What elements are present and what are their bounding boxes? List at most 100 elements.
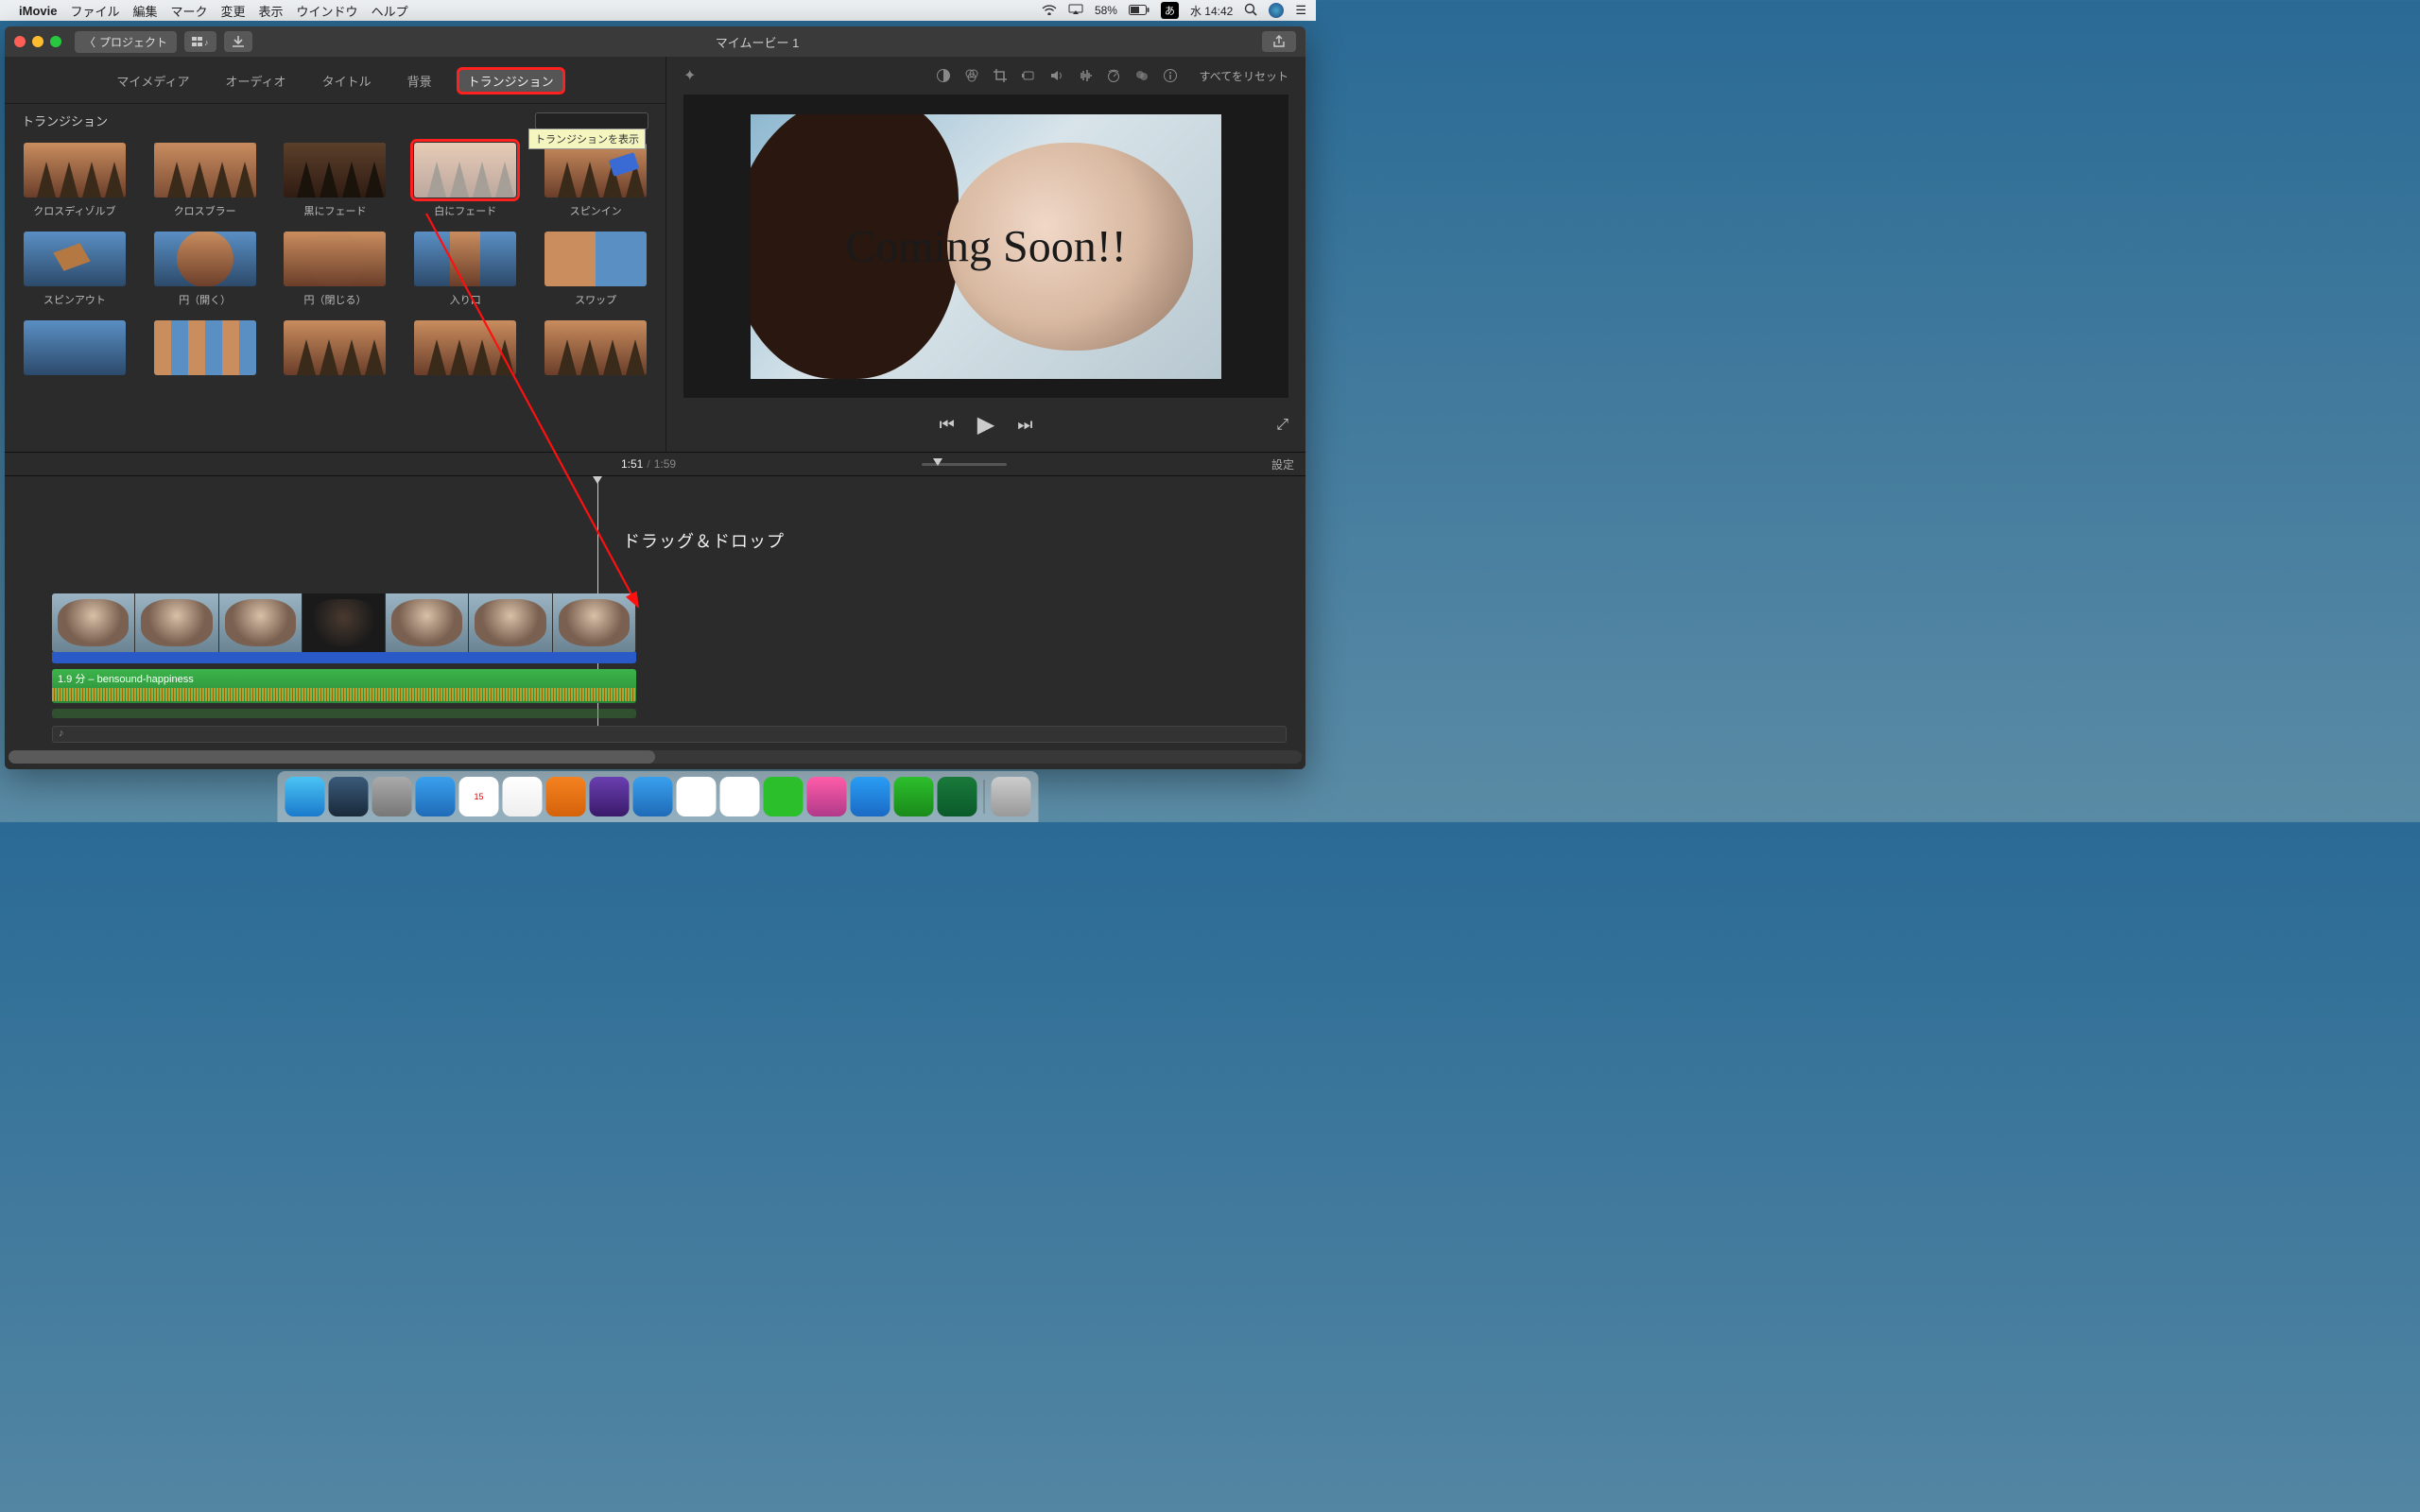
scrollbar-thumb[interactable] (9, 750, 655, 764)
library-view-button[interactable]: ♪ (184, 31, 216, 52)
tab-my-media[interactable]: マイメディア (107, 69, 199, 93)
play-button[interactable]: ▶ (977, 411, 994, 438)
battery-icon[interactable] (1129, 4, 1150, 18)
transition-item[interactable] (148, 320, 262, 381)
info-icon[interactable] (1162, 67, 1179, 84)
preview-area[interactable]: Coming Soon!! (683, 94, 1288, 398)
notification-center-icon[interactable]: ☰ (1295, 3, 1306, 18)
import-button[interactable] (224, 31, 252, 52)
dock-app-appstore[interactable] (851, 777, 890, 816)
menubar-clock[interactable]: 水 14:42 (1190, 3, 1233, 19)
dock-app-itunes[interactable] (807, 777, 847, 816)
tab-titles[interactable]: タイトル (313, 69, 381, 93)
transition-item[interactable] (18, 320, 131, 381)
transition-item[interactable]: 入り口 (408, 232, 522, 307)
transition-item[interactable] (279, 320, 392, 381)
dock-app-launchpad[interactable] (372, 777, 412, 816)
transition-item[interactable]: 白にフェード (408, 143, 522, 218)
dock-app-numbers[interactable] (894, 777, 934, 816)
color-correction-icon[interactable] (963, 67, 980, 84)
siri-icon[interactable] (1269, 3, 1284, 18)
zoom-button[interactable] (50, 36, 61, 47)
prev-button[interactable]: ⏮ (940, 415, 955, 435)
transition-item[interactable]: スワップ (539, 232, 652, 307)
search-icon[interactable] (535, 112, 648, 129)
transition-item[interactable]: 円（開く） (148, 232, 262, 307)
dock-app-safari-alt[interactable] (329, 777, 369, 816)
audio-track[interactable]: 1.9 分 – bensound-happiness (52, 669, 636, 703)
airplay-icon[interactable] (1068, 4, 1083, 18)
clip-filter-icon[interactable] (1133, 67, 1150, 84)
transition-item[interactable]: 黒にフェード (279, 143, 392, 218)
transition-item[interactable]: 円（閉じる） (279, 232, 392, 307)
transition-thumbnail (24, 320, 126, 375)
sfx-track[interactable]: ♪ (52, 726, 1287, 743)
crop-icon[interactable] (992, 67, 1009, 84)
dock-app-safari2[interactable] (633, 777, 673, 816)
video-clip[interactable] (52, 593, 135, 652)
tab-audio[interactable]: オーディオ (216, 69, 295, 93)
minimize-button[interactable] (32, 36, 43, 47)
viewer-toolbar: ✦ すべてをリセット (666, 57, 1305, 94)
back-to-projects-button[interactable]: 〈 プロジェクト (75, 31, 177, 53)
dock-app-chrome2[interactable] (720, 777, 760, 816)
zoom-slider[interactable] (922, 463, 1007, 466)
video-clip[interactable] (219, 593, 302, 652)
video-clip[interactable] (386, 593, 469, 652)
tab-transitions[interactable]: トランジション (458, 69, 563, 93)
timeline[interactable]: ドラッグ＆ドロップ 1.9 分 – bensound-happiness ♪ (5, 476, 1305, 769)
horizontal-scrollbar[interactable] (9, 750, 1302, 764)
menu-mark[interactable]: マーク (171, 2, 208, 20)
dock-app-trash[interactable] (992, 777, 1031, 816)
video-clip[interactable] (469, 593, 552, 652)
menu-window[interactable]: ウインドウ (297, 2, 358, 20)
video-clip[interactable] (135, 593, 218, 652)
spotlight-icon[interactable] (1244, 3, 1257, 19)
tab-backgrounds[interactable]: 背景 (398, 69, 441, 93)
close-button[interactable] (14, 36, 26, 47)
volume-icon[interactable] (1048, 67, 1065, 84)
dock-app-finder[interactable] (285, 777, 325, 816)
video-track[interactable] (52, 593, 636, 652)
magic-wand-icon[interactable]: ✦ (683, 66, 696, 85)
transition-item[interactable] (408, 320, 522, 381)
transition-item[interactable]: スピンイン (539, 143, 652, 218)
menu-file[interactable]: ファイル (70, 2, 119, 20)
transition-item[interactable]: クロスディゾルブ (18, 143, 131, 218)
menubar-app-name[interactable]: iMovie (19, 4, 57, 18)
dock-app-reminders[interactable] (503, 777, 543, 816)
wifi-icon[interactable] (1042, 4, 1057, 18)
share-button[interactable] (1262, 31, 1296, 52)
fullscreen-icon[interactable]: ⤢ (1276, 417, 1288, 434)
audio-track-2[interactable] (52, 709, 636, 718)
stabilization-icon[interactable] (1020, 67, 1037, 84)
dock-app-imovie[interactable] (590, 777, 630, 816)
menu-help[interactable]: ヘルプ (372, 2, 408, 20)
menu-edit[interactable]: 編集 (132, 2, 157, 20)
color-balance-icon[interactable] (935, 67, 952, 84)
noise-reduction-icon[interactable] (1077, 67, 1094, 84)
zoom-knob[interactable] (933, 458, 942, 466)
transition-item[interactable]: クロスブラー (148, 143, 262, 218)
menu-modify[interactable]: 変更 (221, 2, 246, 20)
dock-app-safari[interactable] (416, 777, 456, 816)
transition-label: 入り口 (408, 292, 522, 307)
current-time: 1:51 (621, 457, 643, 471)
transition-item[interactable] (539, 320, 652, 381)
ime-indicator[interactable]: あ (1161, 2, 1179, 19)
dock-app-excel[interactable] (938, 777, 977, 816)
reset-all-button[interactable]: すべてをリセット (1200, 68, 1288, 84)
transition-item[interactable]: スピンアウト (18, 232, 131, 307)
speed-icon[interactable] (1105, 67, 1122, 84)
menu-view[interactable]: 表示 (259, 2, 284, 20)
timeline-settings-button[interactable]: 設定 (1271, 456, 1294, 472)
next-button[interactable]: ⏭ (1017, 415, 1032, 435)
dock-app-chrome[interactable] (677, 777, 717, 816)
annotation-text: ドラッグ＆ドロップ (623, 528, 785, 553)
imovie-window: 〈 プロジェクト ♪ マイムービー 1 マイメディア オーディオ タイトル 背景… (5, 26, 1305, 769)
dock-app-calendar[interactable]: 15 (459, 777, 499, 816)
video-clip[interactable] (553, 593, 636, 652)
video-clip[interactable] (302, 593, 386, 652)
dock-app-line[interactable] (764, 777, 804, 816)
dock-app-vlc[interactable] (546, 777, 586, 816)
